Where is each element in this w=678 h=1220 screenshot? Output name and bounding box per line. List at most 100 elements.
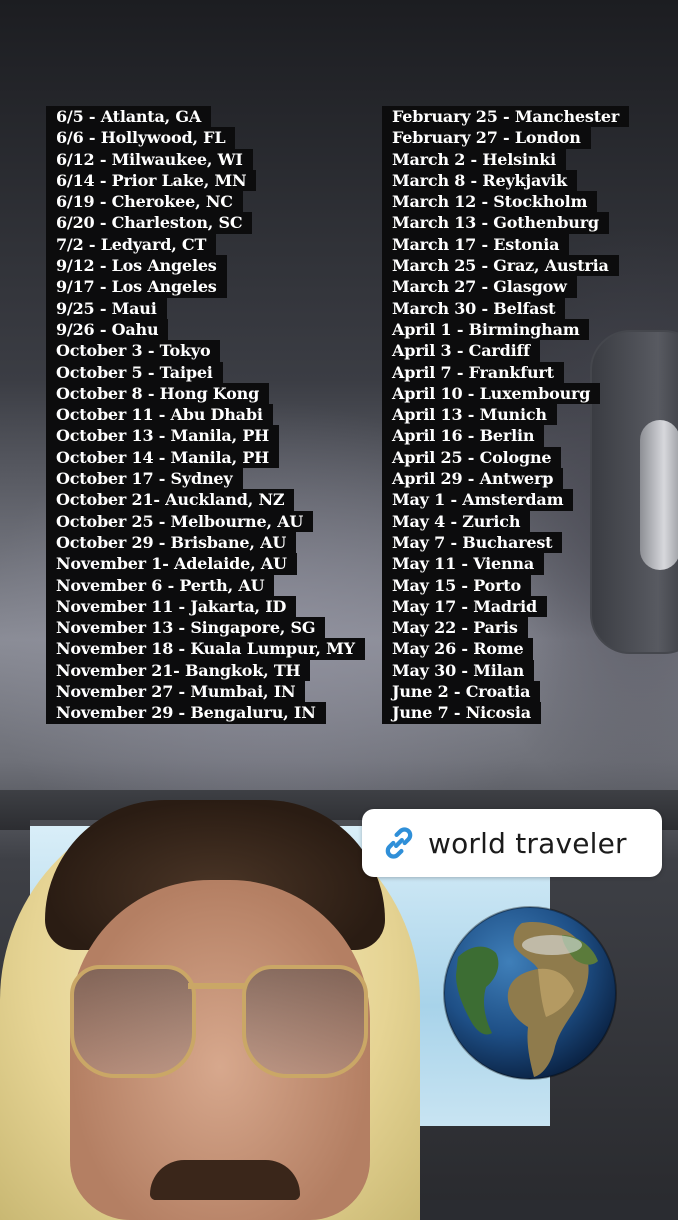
tour-date-label: 9/25 - Maui xyxy=(46,297,167,319)
car-door-handle xyxy=(640,420,678,570)
tour-date-label: April 3 - Cardiff xyxy=(382,340,540,362)
list-item: April 7 - Frankfurt xyxy=(382,361,629,383)
list-item: 7/2 - Ledyard, CT xyxy=(46,233,365,256)
tour-date-label: March 17 - Estonia xyxy=(382,233,570,256)
list-item: October 14 - Manila, PH xyxy=(46,446,365,469)
tour-date-label: May 22 - Paris xyxy=(382,617,528,639)
list-item: 9/26 - Oahu xyxy=(46,318,365,341)
list-item: April 25 - Cologne xyxy=(382,446,629,469)
tour-date-label: November 18 - Kuala Lumpur, MY xyxy=(46,638,365,660)
link-icon xyxy=(385,827,413,859)
tour-date-label: October 25 - Melbourne, AU xyxy=(46,510,314,532)
list-item: 6/12 - Milwaukee, WI xyxy=(46,148,365,170)
tour-date-label: April 29 - Antwerp xyxy=(382,468,564,490)
tour-date-label: May 7 - Bucharest xyxy=(382,531,563,554)
list-item: May 4 - Zurich xyxy=(382,510,629,532)
tour-date-label: 6/12 - Milwaukee, WI xyxy=(46,148,253,170)
tour-date-label: March 13 - Gothenburg xyxy=(382,212,609,234)
list-item: April 3 - Cardiff xyxy=(382,340,629,362)
left-lens xyxy=(70,965,196,1078)
list-item: 6/6 - Hollywood, FL xyxy=(46,127,365,149)
list-item: November 18 - Kuala Lumpur, MY xyxy=(46,638,365,660)
tour-date-label: October 5 - Taipei xyxy=(46,361,223,383)
tour-date-label: November 13 - Singapore, SG xyxy=(46,617,326,639)
list-item: November 21- Bangkok, TH xyxy=(46,659,365,682)
list-item: May 15 - Porto xyxy=(382,574,629,596)
list-item: October 21- Auckland, NZ xyxy=(46,489,365,511)
tour-date-label: 9/17 - Los Angeles xyxy=(46,276,227,298)
tour-date-label: March 30 - Belfast xyxy=(382,297,566,319)
tour-date-label: April 25 - Cologne xyxy=(382,446,562,469)
tour-date-label: 6/20 - Charleston, SC xyxy=(46,212,253,234)
tour-date-label: February 27 - London xyxy=(382,127,591,149)
list-item: October 17 - Sydney xyxy=(46,468,365,490)
tour-date-label: October 17 - Sydney xyxy=(46,468,243,490)
tour-date-label: April 1 - Birmingham xyxy=(382,318,590,341)
list-item: November 1- Adelaide, AU xyxy=(46,553,365,575)
list-item: November 11 - Jakarta, ID xyxy=(46,595,365,618)
list-item: October 13 - Manila, PH xyxy=(46,425,365,447)
list-item: May 22 - Paris xyxy=(382,617,629,639)
tour-date-label: 6/6 - Hollywood, FL xyxy=(46,127,236,149)
list-item: March 27 - Glasgow xyxy=(382,276,629,298)
tour-dates-right-column: February 25 - Manchester February 27 - L… xyxy=(382,106,630,724)
tour-date-label: 6/19 - Cherokee, NC xyxy=(46,191,243,213)
list-item: October 3 - Tokyo xyxy=(46,340,365,362)
tour-date-label: May 30 - Milan xyxy=(382,659,535,682)
list-item: February 27 - London xyxy=(382,127,629,149)
tour-date-label: May 4 - Zurich xyxy=(382,510,531,532)
list-item: April 10 - Luxembourg xyxy=(382,382,629,405)
tour-date-label: June 7 - Nicosia xyxy=(382,702,541,724)
list-item: 6/14 - Prior Lake, MN xyxy=(46,169,365,192)
moustache xyxy=(150,1160,300,1200)
tour-date-label: May 26 - Rome xyxy=(382,638,534,660)
tour-date-label: March 2 - Helsinki xyxy=(382,148,567,170)
list-item: May 7 - Bucharest xyxy=(382,531,629,554)
list-item: October 29 - Brisbane, AU xyxy=(46,531,365,554)
tour-date-label: 9/12 - Los Angeles xyxy=(46,255,227,277)
tour-date-label: March 25 - Graz, Austria xyxy=(382,255,619,277)
tour-date-label: March 12 - Stockholm xyxy=(382,191,598,213)
tour-date-label: 6/14 - Prior Lake, MN xyxy=(46,169,257,192)
tour-date-label: May 17 - Madrid xyxy=(382,595,547,618)
tour-date-label: May 1 - Amsterdam xyxy=(382,489,574,511)
list-item: October 11 - Abu Dhabi xyxy=(46,404,365,426)
tour-date-label: March 8 - Reykjavik xyxy=(382,169,578,192)
list-item: June 2 - Croatia xyxy=(382,681,629,703)
list-item: March 17 - Estonia xyxy=(382,233,629,256)
list-item: March 12 - Stockholm xyxy=(382,191,629,213)
tour-date-label: May 15 - Porto xyxy=(382,574,531,596)
tour-dates-left-column: 6/5 - Atlanta, GA 6/6 - Hollywood, FL 6/… xyxy=(46,106,365,724)
list-item: November 29 - Bengaluru, IN xyxy=(46,702,365,724)
list-item: April 1 - Birmingham xyxy=(382,318,629,341)
tour-date-label: October 11 - Abu Dhabi xyxy=(46,404,273,426)
tour-date-label: October 3 - Tokyo xyxy=(46,340,221,362)
tour-date-label: November 11 - Jakarta, ID xyxy=(46,595,297,618)
list-item: April 29 - Antwerp xyxy=(382,468,629,490)
tour-date-label: October 8 - Hong Kong xyxy=(46,382,270,405)
tour-date-label: November 6 - Perth, AU xyxy=(46,574,275,596)
list-item: March 8 - Reykjavik xyxy=(382,169,629,192)
link-sticker-label: world traveler xyxy=(428,826,627,860)
tour-date-label: October 13 - Manila, PH xyxy=(46,425,280,447)
list-item: May 26 - Rome xyxy=(382,638,629,660)
tour-date-label: November 29 - Bengaluru, IN xyxy=(46,702,326,724)
list-item: 9/25 - Maui xyxy=(46,297,365,319)
tour-date-label: October 21- Auckland, NZ xyxy=(46,489,295,511)
tour-date-label: October 29 - Brisbane, AU xyxy=(46,531,297,554)
list-item: October 25 - Melbourne, AU xyxy=(46,510,365,532)
globe-icon xyxy=(443,906,617,1080)
tour-date-label: June 2 - Croatia xyxy=(382,681,541,703)
list-item: October 5 - Taipei xyxy=(46,361,365,383)
list-item: November 27 - Mumbai, IN xyxy=(46,681,365,703)
list-item: June 7 - Nicosia xyxy=(382,702,629,724)
tour-date-label: February 25 - Manchester xyxy=(382,106,630,128)
tour-date-label: April 7 - Frankfurt xyxy=(382,361,564,383)
list-item: May 11 - Vienna xyxy=(382,553,629,575)
link-sticker[interactable]: world traveler xyxy=(362,809,662,877)
list-item: 9/17 - Los Angeles xyxy=(46,276,365,298)
list-item: April 16 - Berlin xyxy=(382,425,629,447)
tour-date-label: 6/5 - Atlanta, GA xyxy=(46,106,212,128)
tour-date-label: April 16 - Berlin xyxy=(382,425,545,447)
tour-date-label: March 27 - Glasgow xyxy=(382,276,577,298)
